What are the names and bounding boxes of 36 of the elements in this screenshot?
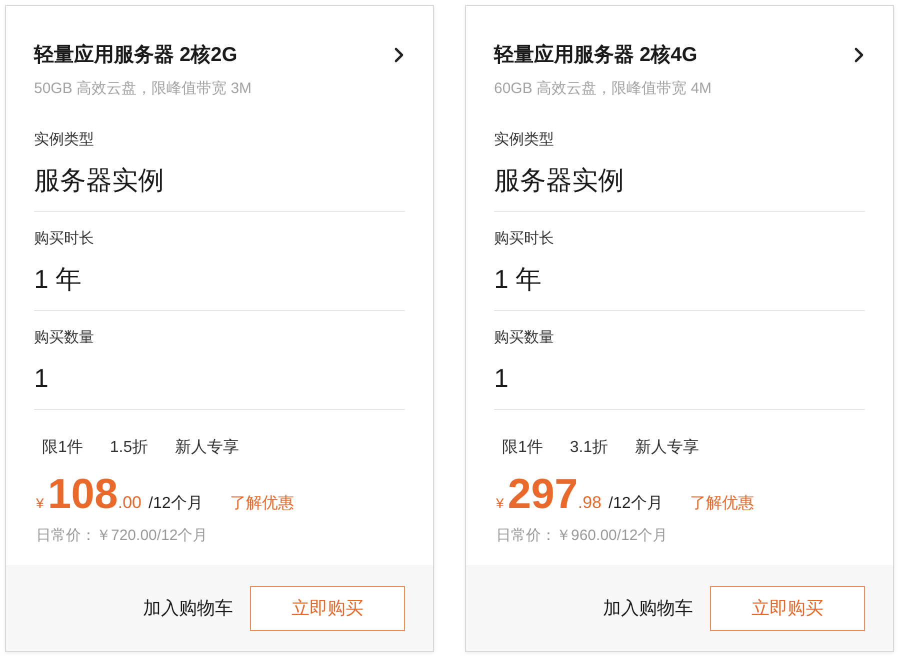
field-value: 1 年 <box>494 263 543 296</box>
promo-link[interactable]: 了解优惠 <box>230 493 294 514</box>
offer-tag: 限1件 <box>34 437 91 459</box>
price-period: /12个月 <box>148 494 203 514</box>
field-label: 购买时长 <box>34 229 95 249</box>
promo-link[interactable]: 了解优惠 <box>690 493 754 514</box>
product-title: 轻量应用服务器 2核4G <box>494 42 698 68</box>
product-specs: 60GB 高效云盘，限峰值带宽 4M <box>494 79 713 99</box>
regular-price: 日常价：￥720.00/12个月 <box>35 526 209 546</box>
product-specs: 50GB 高效云盘，限峰值带宽 3M <box>34 79 253 99</box>
chevron-right-icon[interactable] <box>394 47 404 63</box>
field-value: 1 年 <box>34 263 83 296</box>
field-label: 购买数量 <box>34 328 95 348</box>
field-label: 购买数量 <box>494 328 555 348</box>
offer-tag: 1.5折 <box>102 437 156 459</box>
field-label: 实例类型 <box>494 130 555 150</box>
field-value: 服务器实例 <box>494 164 625 197</box>
price-period: /12个月 <box>608 494 663 514</box>
field-value: 服务器实例 <box>34 164 165 197</box>
field-label: 实例类型 <box>34 130 95 150</box>
buy-now-button[interactable]: 立即购买 <box>710 586 865 630</box>
offer-tag: 新人专享 <box>627 437 708 459</box>
price-amount: ¥297.98 <box>495 470 602 519</box>
regular-price: 日常价：￥960.00/12个月 <box>495 526 669 546</box>
price-amount: ¥108.00 <box>35 470 142 519</box>
offer-tag: 3.1折 <box>562 437 616 459</box>
offer-tag: 限1件 <box>494 437 551 459</box>
chevron-right-icon[interactable] <box>854 47 864 63</box>
add-to-cart-button[interactable]: 加入购物车 <box>143 596 233 620</box>
field-value: 1 <box>494 362 510 395</box>
field-value: 1 <box>34 362 50 395</box>
offer-tag: 新人专享 <box>167 437 248 459</box>
add-to-cart-button[interactable]: 加入购物车 <box>603 596 693 620</box>
product-title: 轻量应用服务器 2核2G <box>34 42 238 68</box>
field-label: 购买时长 <box>494 229 555 249</box>
buy-now-button[interactable]: 立即购买 <box>250 586 405 630</box>
